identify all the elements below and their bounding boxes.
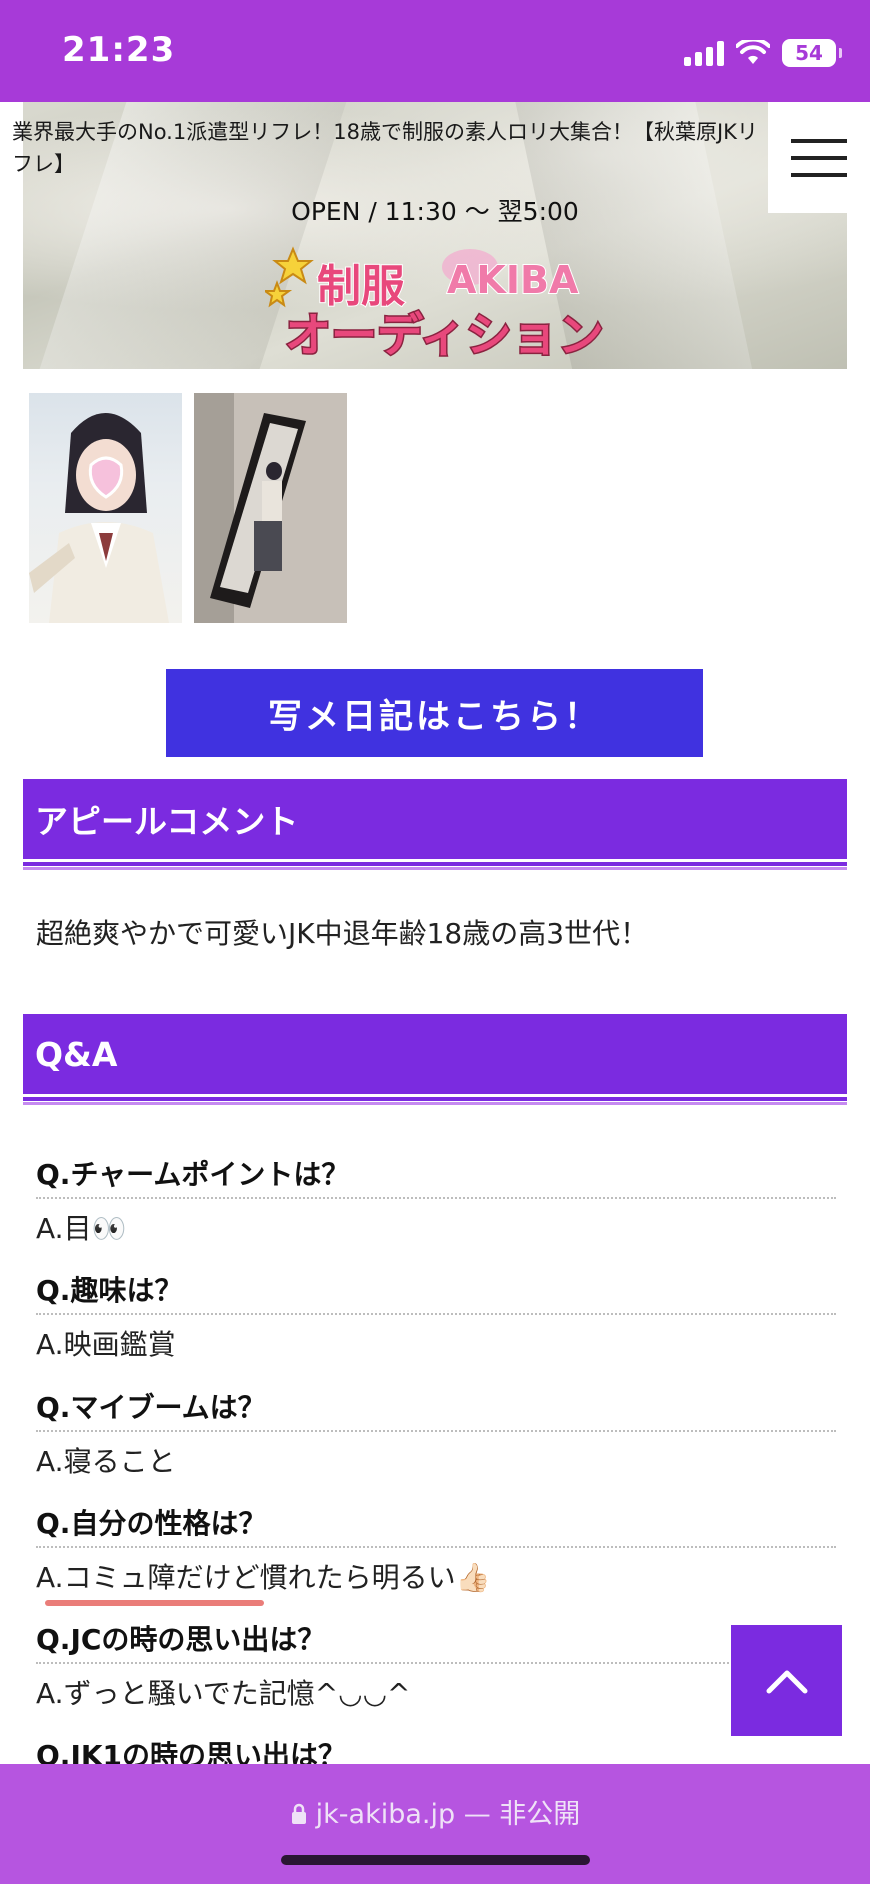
- status-time: 21:23: [62, 30, 176, 70]
- lock-icon: [291, 1803, 306, 1824]
- scroll-to-top-button[interactable]: [731, 1625, 842, 1736]
- menu-icon-bar: [791, 155, 847, 160]
- logo-audition-text: オーディション: [285, 308, 604, 362]
- photo-diary-button[interactable]: 写メ日記はこちら！: [166, 669, 703, 757]
- qa-answer: A.寝ること: [36, 1445, 176, 1478]
- qa-question: Q.チャームポイントは？: [36, 1158, 350, 1191]
- qa-header: Q&A: [23, 1014, 847, 1094]
- chevron-up-icon: [766, 1670, 807, 1693]
- logo-uniform-text: 制服: [317, 261, 405, 312]
- url-text: jk-akiba.jp — 非公開: [315, 1799, 581, 1830]
- menu-icon-bar: [791, 138, 847, 143]
- qa-question: Q.JCの時の思い出は？: [36, 1623, 326, 1656]
- appeal-comment-text: 超絶爽やかで可愛いJK中退年齢18歳の高3世代！: [36, 917, 649, 950]
- cellular-signal-icon: [684, 40, 724, 66]
- qa-answer: A.ずっと騒いでた記憶^◡◡^: [36, 1677, 411, 1710]
- qa-question: Q.趣味は？: [36, 1274, 183, 1307]
- logo-akiba-text: AKIBA: [447, 258, 579, 302]
- hamburger-menu-button[interactable]: [768, 102, 870, 213]
- text-highlight-underline: [45, 1600, 264, 1606]
- status-icons: 54: [684, 36, 842, 70]
- qa-answer: A.映画鑑賞: [36, 1328, 176, 1361]
- url-display[interactable]: jk-akiba.jp — 非公開: [0, 1792, 870, 1831]
- qa-answer: A.目👀: [36, 1212, 127, 1245]
- qa-question: Q.自分の性格は？: [36, 1507, 267, 1540]
- star-icon: [265, 246, 314, 308]
- wifi-icon: [736, 40, 770, 64]
- site-headline: 業界最大手のNo.1派遣型リフレ！18歳で制服の素人ロリ大集合！【秋葉原JKリフ…: [12, 120, 758, 176]
- profile-photo-thumbnail-1[interactable]: [29, 393, 182, 623]
- appeal-comment-header: アピールコメント: [23, 779, 847, 859]
- menu-icon-bar: [791, 172, 847, 177]
- battery-icon: 54: [782, 39, 842, 67]
- qa-answer: A.コミュ障だけど慣れたら明るい👍🏻: [36, 1561, 491, 1594]
- qa-question: Q.マイブームは？: [36, 1391, 266, 1424]
- home-indicator[interactable]: [281, 1855, 590, 1865]
- profile-photo-thumbnail-2[interactable]: [194, 393, 347, 623]
- status-bar: 21:23 54: [0, 0, 870, 102]
- site-logo[interactable]: 制服 AKIBA オーディション: [265, 243, 610, 373]
- open-hours: OPEN / 11:30 〜 翌5:00: [291, 197, 579, 226]
